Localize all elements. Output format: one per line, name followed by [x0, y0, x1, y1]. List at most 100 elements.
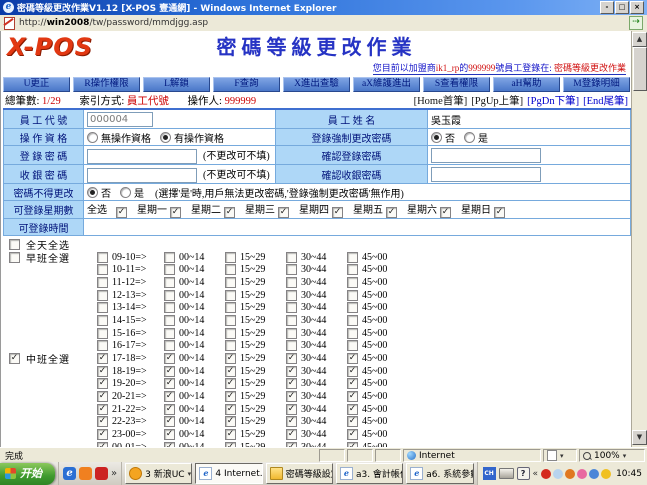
nav-link[interactable]: [PgDn下筆] — [527, 96, 579, 107]
uc-quicklaunch-icon[interactable] — [79, 467, 92, 480]
slot-checkbox[interactable]: ✓ — [347, 391, 358, 402]
slot-checkbox[interactable] — [164, 264, 175, 275]
toolbar-button[interactable]: R操作權限 — [73, 77, 140, 92]
shield-icon[interactable] — [601, 469, 611, 479]
slot-checkbox[interactable]: ✓ — [225, 366, 236, 377]
weekday-checkbox[interactable]: ✓ — [170, 207, 181, 218]
slot-checkbox[interactable]: ✓ — [286, 404, 297, 415]
scroll-up-icon[interactable]: ▲ — [632, 32, 647, 47]
slot-checkbox[interactable] — [347, 290, 358, 301]
hour-checkbox[interactable]: ✓ — [97, 391, 108, 402]
weekday-checkbox[interactable]: ✓ — [494, 207, 505, 218]
slot-checkbox[interactable]: ✓ — [286, 391, 297, 402]
url-field[interactable]: http://win2008/tw/password/mmdjgg.asp — [19, 18, 625, 28]
slot-checkbox[interactable]: ✓ — [225, 353, 236, 364]
slot-checkbox[interactable] — [225, 290, 236, 301]
slot-checkbox[interactable] — [225, 340, 236, 351]
weekday-checkbox[interactable]: ✓ — [386, 207, 397, 218]
shift-checkbox[interactable] — [9, 252, 20, 263]
taskbar-button[interactable]: ea3. 會計帳作... — [336, 463, 403, 484]
slot-checkbox[interactable] — [286, 302, 297, 313]
close-button[interactable]: × — [630, 1, 644, 14]
slot-checkbox[interactable]: ✓ — [225, 391, 236, 402]
hour-checkbox[interactable] — [97, 264, 108, 275]
taskbar-button[interactable]: ea6. 系統參數... — [406, 463, 473, 484]
hour-checkbox[interactable]: ✓ — [97, 366, 108, 377]
page-mode-panel[interactable]: ▾ — [543, 449, 577, 462]
hour-checkbox[interactable] — [97, 277, 108, 288]
slot-checkbox[interactable] — [164, 302, 175, 313]
slot-checkbox[interactable]: ✓ — [347, 404, 358, 415]
hour-checkbox[interactable] — [97, 328, 108, 339]
slot-checkbox[interactable] — [286, 252, 297, 263]
slot-checkbox[interactable]: ✓ — [286, 416, 297, 427]
slot-checkbox[interactable]: ✓ — [347, 429, 358, 440]
slot-checkbox[interactable] — [347, 315, 358, 326]
slot-checkbox[interactable] — [164, 315, 175, 326]
slot-checkbox[interactable]: ✓ — [347, 416, 358, 427]
start-button[interactable]: 开始 — [0, 463, 55, 485]
hour-checkbox[interactable] — [97, 290, 108, 301]
slot-checkbox[interactable] — [286, 277, 297, 288]
hour-checkbox[interactable]: ✓ — [97, 404, 108, 415]
toolbar-button[interactable]: aH幫助 — [493, 77, 560, 92]
confirm-login-input[interactable] — [431, 148, 541, 163]
slot-checkbox[interactable] — [286, 328, 297, 339]
no-change-radio[interactable] — [87, 187, 98, 198]
confirm-cashier-input[interactable] — [431, 167, 541, 182]
hour-checkbox[interactable] — [97, 302, 108, 313]
qq-quicklaunch-icon[interactable] — [95, 467, 108, 480]
quick-launch-overflow-icon[interactable]: » — [111, 468, 117, 479]
toolbar-button[interactable]: F查詢 — [213, 77, 280, 92]
slot-checkbox[interactable]: ✓ — [225, 378, 236, 389]
ie-quicklaunch-icon[interactable]: e — [63, 467, 76, 480]
scroll-thumb[interactable] — [633, 47, 647, 91]
slot-checkbox[interactable] — [286, 315, 297, 326]
emp-code-input[interactable] — [87, 112, 153, 127]
no-change-radio[interactable] — [120, 187, 131, 198]
weekday-checkbox[interactable]: ✓ — [440, 207, 451, 218]
language-indicator[interactable]: CH — [483, 467, 496, 480]
hour-checkbox[interactable] — [97, 340, 108, 351]
vertical-scrollbar[interactable]: ▲ ▼ — [631, 31, 647, 447]
hour-checkbox[interactable]: ✓ — [97, 378, 108, 389]
nav-link[interactable]: [Home首筆] — [414, 96, 468, 107]
toolbar-button[interactable]: aX維護進出 — [353, 77, 420, 92]
slot-checkbox[interactable]: ✓ — [164, 378, 175, 389]
slot-checkbox[interactable] — [286, 264, 297, 275]
slot-checkbox[interactable]: ✓ — [225, 429, 236, 440]
force-change-radio[interactable] — [464, 132, 475, 143]
force-change-radio[interactable] — [431, 132, 442, 143]
taskbar-button[interactable]: 密碼等級設定 — [266, 463, 333, 484]
slot-checkbox[interactable] — [347, 302, 358, 313]
slot-checkbox[interactable] — [347, 264, 358, 275]
slot-checkbox[interactable] — [347, 328, 358, 339]
taskbar-button[interactable]: e4 Internet...▾ — [195, 463, 262, 484]
nav-link[interactable]: [End尾筆] — [583, 96, 628, 107]
slot-checkbox[interactable] — [347, 277, 358, 288]
slot-checkbox[interactable]: ✓ — [347, 353, 358, 364]
hour-checkbox[interactable] — [97, 252, 108, 263]
maximize-button[interactable]: □ — [615, 1, 629, 14]
nav-link[interactable]: [PgUp上筆] — [471, 96, 523, 107]
slot-checkbox[interactable]: ✓ — [164, 404, 175, 415]
weekday-checkbox[interactable]: ✓ — [278, 207, 289, 218]
slot-checkbox[interactable]: ✓ — [225, 404, 236, 415]
slot-checkbox[interactable] — [164, 328, 175, 339]
toolbar-button[interactable]: U更正 — [3, 77, 70, 92]
hour-checkbox[interactable]: ✓ — [97, 353, 108, 364]
go-icon[interactable]: ⇢ — [629, 16, 643, 30]
printer-icon[interactable] — [499, 468, 514, 479]
page-mode-dropdown-icon[interactable]: ▾ — [560, 452, 564, 460]
slot-checkbox[interactable] — [286, 290, 297, 301]
taskbar-button[interactable]: 3 新浪UC▾ — [125, 463, 192, 484]
slot-checkbox[interactable]: ✓ — [164, 429, 175, 440]
hour-checkbox[interactable] — [97, 315, 108, 326]
slot-checkbox[interactable]: ✓ — [225, 416, 236, 427]
hour-checkbox[interactable]: ✓ — [97, 429, 108, 440]
qq-red-icon[interactable] — [541, 469, 551, 479]
slot-checkbox[interactable]: ✓ — [347, 378, 358, 389]
qualification-radio[interactable] — [87, 132, 98, 143]
slot-checkbox[interactable] — [164, 340, 175, 351]
slot-checkbox[interactable] — [225, 315, 236, 326]
